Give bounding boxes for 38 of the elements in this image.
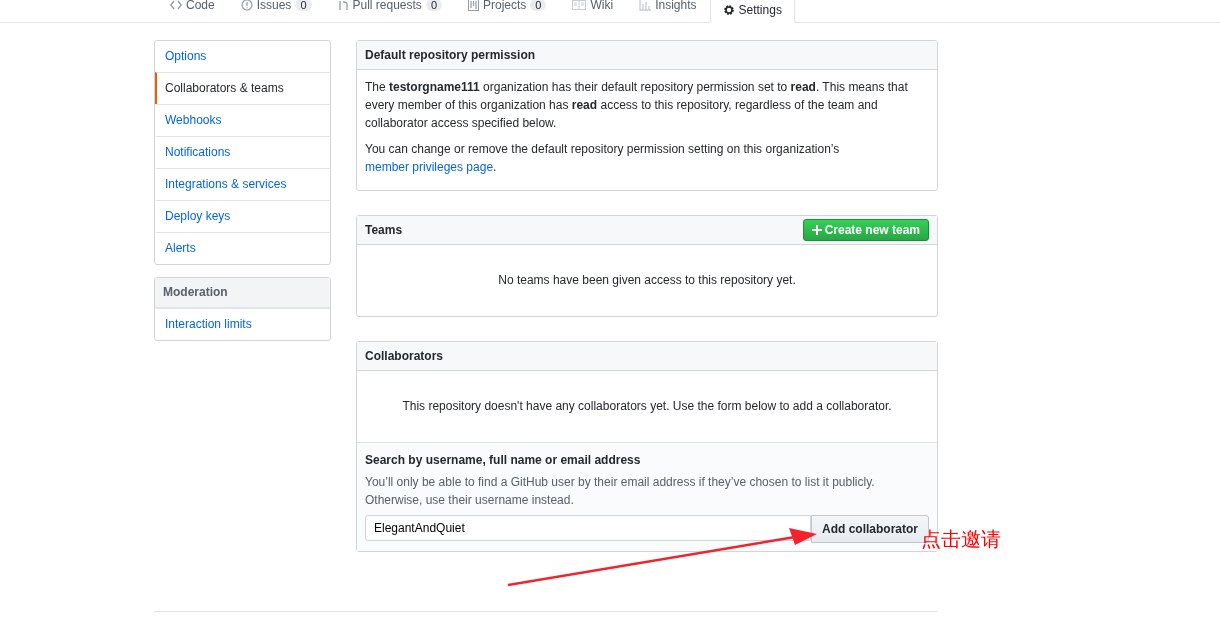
panel-title: Collaborators bbox=[365, 349, 443, 363]
tab-counter: 0 bbox=[425, 0, 442, 11]
panel-title: Teams bbox=[365, 223, 403, 237]
menu-item[interactable]: Interaction limits bbox=[155, 308, 330, 340]
code-icon bbox=[170, 0, 182, 10]
panel-title: Default repository permission bbox=[365, 48, 536, 62]
tab-label: Settings bbox=[738, 3, 782, 17]
tab-label: Wiki bbox=[590, 0, 614, 12]
tab-label: Code bbox=[186, 0, 215, 12]
menu-item[interactable]: Alerts bbox=[155, 232, 330, 264]
menu-item[interactable]: Collaborators & teams bbox=[155, 72, 330, 104]
menu-item[interactable]: Integrations & services bbox=[155, 168, 330, 200]
permission-text: The testorgname111 organization has their default repository permission set to read. This means that every member of this organization has read access to this repository, regardless of the team and collaborator access specified below. bbox=[365, 79, 909, 132]
tab-label: Issues bbox=[256, 0, 292, 12]
project-icon bbox=[468, 0, 479, 11]
plus-icon bbox=[811, 225, 822, 235]
tab-counter: 0 bbox=[295, 0, 312, 11]
menu-item[interactable]: Notifications bbox=[155, 136, 330, 168]
empty-message: No teams have been given access to this repository yet. bbox=[497, 272, 797, 289]
tab-label: Pull requests bbox=[352, 0, 422, 12]
search-label: Search by username, full name or email address bbox=[365, 453, 642, 467]
permission-note: You can change or remove the default repository permission setting on this organization’s member privileges page. bbox=[365, 141, 841, 176]
menu-heading: Moderation bbox=[155, 278, 330, 308]
tab-label: Insights bbox=[655, 0, 697, 12]
pull-request-icon bbox=[337, 0, 349, 11]
username-field[interactable]: ElegantAndQuiet bbox=[365, 515, 811, 541]
menu-item[interactable]: Deploy keys bbox=[155, 200, 330, 232]
menu-item[interactable]: Options bbox=[155, 41, 330, 72]
tab-counter: 0 bbox=[530, 0, 547, 11]
book-icon bbox=[572, 0, 587, 10]
settings-icon bbox=[722, 4, 735, 16]
tab-label: Projects bbox=[483, 0, 527, 12]
graph-icon bbox=[639, 0, 652, 11]
search-hint: You’ll only be able to find a GitHub user by their email address if they’ve chosen to list it publicly. Otherwise, use their username instead. bbox=[365, 474, 876, 509]
empty-message: This repository doesn't have any collaborators yet. Use the form below to add a collaborator. bbox=[401, 398, 893, 415]
issue-icon bbox=[240, 0, 253, 11]
repo-tab[interactable]: Settings bbox=[709, 0, 795, 23]
menu-item[interactable]: Webhooks bbox=[155, 104, 330, 136]
